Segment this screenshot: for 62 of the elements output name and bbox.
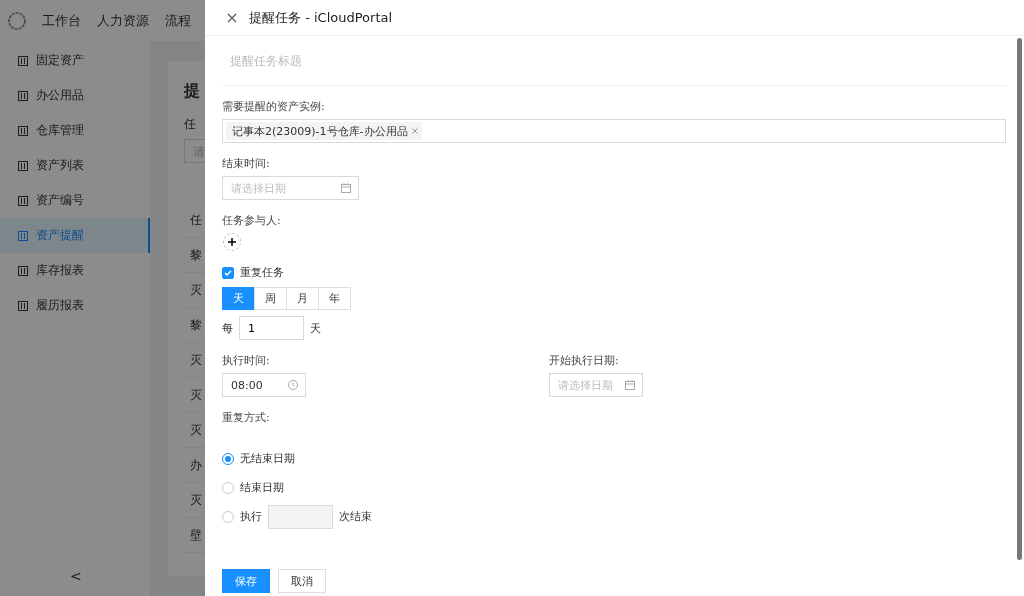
unit-label: 天 bbox=[310, 320, 321, 336]
asset-select-field[interactable]: 记事本2(23009)-1号仓库-办公用品 bbox=[222, 119, 1006, 143]
sidebar-item[interactable]: 办公用品 bbox=[0, 78, 150, 113]
sidebar-item[interactable]: 资产列表 bbox=[0, 148, 150, 183]
table-icon bbox=[18, 265, 28, 276]
checkbox[interactable] bbox=[222, 266, 234, 279]
save-button[interactable]: 保存 bbox=[222, 569, 270, 593]
checkbox-label: 重复任务 bbox=[240, 265, 284, 280]
filter-label: 任 bbox=[184, 116, 196, 133]
sidebar-item[interactable]: 固定资产 bbox=[0, 43, 150, 78]
period-tab[interactable]: 天 bbox=[222, 287, 255, 310]
sidebar-item[interactable]: 履历报表 bbox=[0, 288, 150, 323]
add-participant-button[interactable] bbox=[223, 233, 241, 251]
sidebar-item-label: 办公用品 bbox=[36, 87, 84, 104]
nav-item[interactable]: 工作台 bbox=[42, 11, 81, 30]
nav-item[interactable]: 流程 bbox=[165, 11, 191, 30]
field-label: 执行时间: bbox=[222, 353, 271, 368]
sidebar-item-label: 资产列表 bbox=[36, 157, 84, 174]
collapse-button[interactable]: < bbox=[70, 568, 82, 584]
sidebar-item-label: 履历报表 bbox=[36, 297, 84, 314]
nav-item[interactable]: 人力资源 bbox=[97, 11, 149, 30]
period-tab[interactable]: 周 bbox=[254, 287, 287, 310]
sidebar-item-label: 资产提醒 bbox=[36, 227, 84, 244]
radio-label: 执行 bbox=[240, 509, 262, 524]
radio-label: 结束日期 bbox=[240, 480, 284, 495]
table-icon bbox=[18, 230, 28, 241]
table-icon bbox=[18, 55, 28, 66]
radio-label: 无结束日期 bbox=[240, 451, 295, 466]
sidebar-item[interactable]: 仓库管理 bbox=[0, 113, 150, 148]
clock-icon bbox=[288, 380, 298, 390]
table-icon bbox=[18, 160, 28, 171]
field-label: 任务参与人: bbox=[222, 213, 282, 228]
table-icon bbox=[18, 195, 28, 206]
every-label: 每 bbox=[222, 320, 233, 336]
field-label: 开始执行日期: bbox=[549, 353, 620, 368]
sidebar-item-label: 库存报表 bbox=[36, 262, 84, 279]
sidebar-item[interactable]: 库存报表 bbox=[0, 253, 150, 288]
page-title: 提 bbox=[184, 81, 200, 102]
time-picker-field[interactable]: 08:00 bbox=[222, 373, 306, 397]
asset-tag: 记事本2(23009)-1号仓库-办公用品 bbox=[226, 122, 422, 140]
table-icon bbox=[18, 125, 28, 136]
field-label: 重复方式: bbox=[222, 410, 271, 425]
sidebar-item[interactable]: 资产编号 bbox=[0, 183, 150, 218]
cancel-button[interactable]: 取消 bbox=[278, 569, 326, 593]
period-tab[interactable]: 月 bbox=[286, 287, 319, 310]
table-icon bbox=[18, 300, 28, 311]
interval-input-field[interactable]: 1 bbox=[239, 316, 304, 340]
period-tab[interactable]: 年 bbox=[318, 287, 351, 310]
calendar-icon bbox=[625, 380, 635, 390]
field-label: 结束时间: bbox=[222, 156, 271, 171]
drawer-title: 提醒任务 - iCloudPortal bbox=[249, 8, 393, 27]
sidebar-item-label: 仓库管理 bbox=[36, 122, 84, 139]
sidebar-item-label: 固定资产 bbox=[36, 52, 84, 69]
radio-suffix-label: 次结束 bbox=[339, 509, 372, 524]
calendar-icon bbox=[341, 183, 351, 193]
scrollbar[interactable] bbox=[1017, 38, 1022, 560]
table-icon bbox=[18, 90, 28, 101]
field-label: 需要提醒的资产实例: bbox=[222, 99, 326, 114]
logo-icon bbox=[8, 11, 26, 30]
plus-icon bbox=[228, 238, 236, 246]
close-icon[interactable] bbox=[227, 12, 237, 23]
sidebar-item-label: 资产编号 bbox=[36, 192, 84, 209]
